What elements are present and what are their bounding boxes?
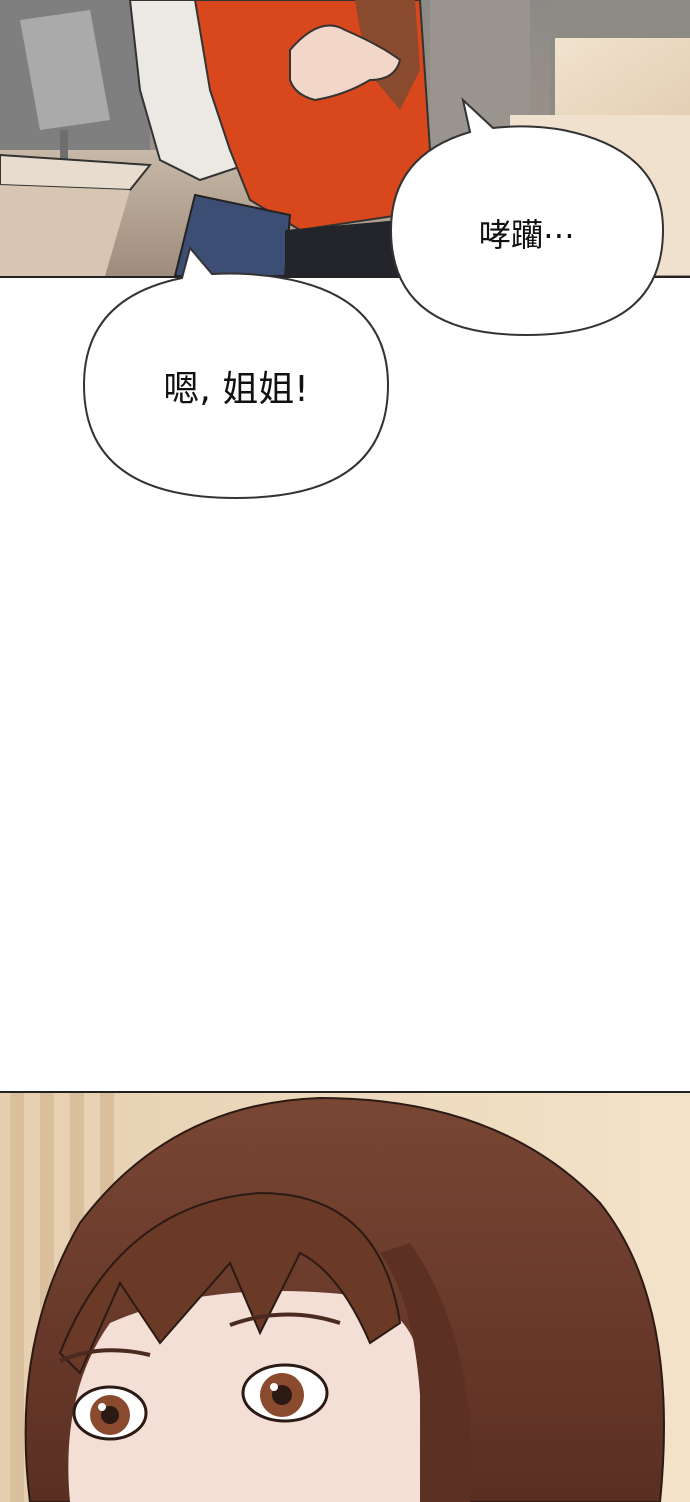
speech-text-right: 哮躪⋯: [478, 216, 575, 254]
speech-bubble-left: 嗯, 姐姐!: [82, 245, 390, 500]
girl-closeup-illustration: [0, 1093, 690, 1502]
bottom-comic-panel: [0, 1091, 690, 1502]
speech-bubble-right: 哮躪⋯: [388, 97, 666, 337]
speech-text-left: 嗯, 姐姐!: [163, 369, 309, 410]
